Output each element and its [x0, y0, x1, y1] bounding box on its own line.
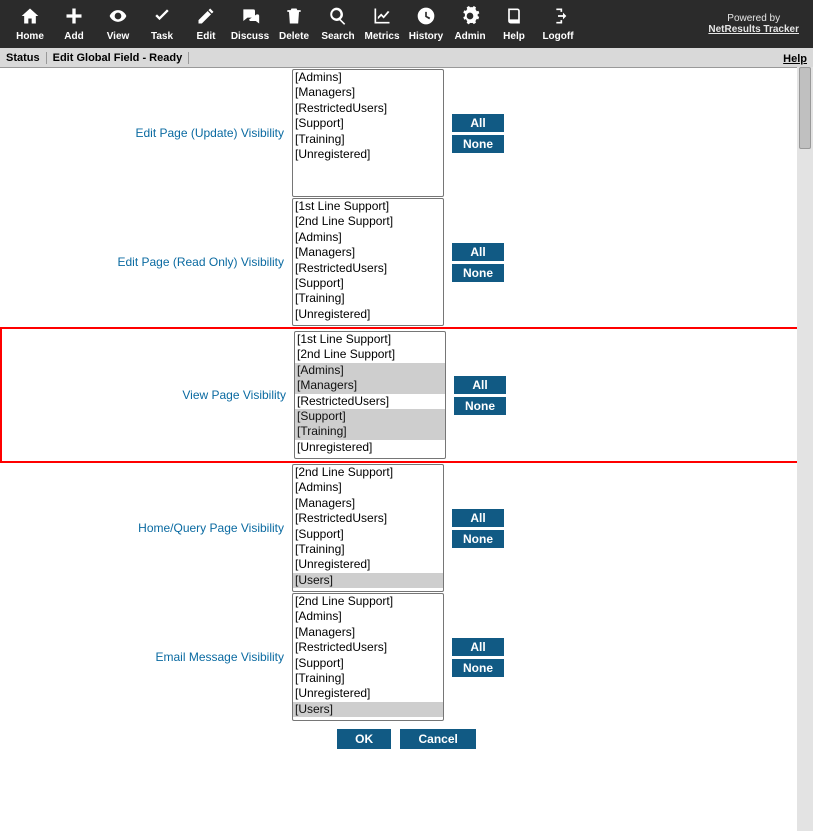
- logoff-icon: [548, 6, 568, 29]
- page-scrollbar[interactable]: [797, 67, 813, 831]
- check-icon: [152, 6, 172, 29]
- toolbar-home[interactable]: Home: [8, 6, 52, 42]
- none-button-email[interactable]: None: [452, 659, 504, 677]
- plus-icon: [64, 6, 84, 29]
- status-help-link[interactable]: Help: [783, 53, 807, 65]
- scrollbar-thumb[interactable]: [799, 67, 811, 149]
- all-button-edit_update[interactable]: All: [452, 114, 504, 132]
- label-home_query: Home/Query Page Visibility: [0, 521, 292, 535]
- btncol-view_page: All None: [454, 376, 506, 415]
- toolbar-history[interactable]: History: [404, 6, 448, 42]
- clock-icon: [416, 6, 436, 29]
- gear-icon: [460, 6, 480, 29]
- product-link[interactable]: NetResults Tracker: [708, 24, 799, 35]
- toolbar-label: View: [107, 31, 130, 42]
- row-home_query: Home/Query Page Visibility[2nd Line Supp…: [0, 464, 813, 592]
- toolbar-discuss[interactable]: Discuss: [228, 6, 272, 42]
- ok-button[interactable]: OK: [337, 729, 391, 749]
- btncol-edit_update: All None: [452, 114, 504, 153]
- chart-icon: [372, 6, 392, 29]
- none-button-edit_readonly[interactable]: None: [452, 264, 504, 282]
- branding: Powered by NetResults Tracker: [708, 13, 805, 35]
- toolbar-label: Help: [503, 31, 525, 42]
- all-button-home_query[interactable]: All: [452, 509, 504, 527]
- toolbar-delete[interactable]: Delete: [272, 6, 316, 42]
- cancel-button[interactable]: Cancel: [400, 729, 475, 749]
- toolbar-label: Home: [16, 31, 44, 42]
- toolbar-edit[interactable]: Edit: [184, 6, 228, 42]
- select-edit_readonly[interactable]: [1st Line Support][2nd Line Support][Adm…: [292, 198, 444, 326]
- label-email: Email Message Visibility: [0, 650, 292, 664]
- toolbar-label: Edit: [197, 31, 216, 42]
- status-label: Status: [0, 52, 47, 64]
- eye-icon: [108, 6, 128, 29]
- all-button-view_page[interactable]: All: [454, 376, 506, 394]
- pencil-icon: [196, 6, 216, 29]
- visibility-rows: Edit Page (Update) Visibility[Admins][Ma…: [0, 69, 813, 721]
- toolbar-label: Search: [321, 31, 354, 42]
- btncol-email: All None: [452, 638, 504, 677]
- toolbar-view[interactable]: View: [96, 6, 140, 42]
- select-home_query[interactable]: [2nd Line Support][Admins][Managers][Res…: [292, 464, 444, 592]
- all-button-edit_readonly[interactable]: All: [452, 243, 504, 261]
- status-text: Edit Global Field - Ready: [47, 52, 190, 64]
- toolbar-help[interactable]: Help: [492, 6, 536, 42]
- toolbar-label: Discuss: [231, 31, 269, 42]
- status-bar: Status Edit Global Field - Ready Help: [0, 48, 813, 68]
- toolbar-label: History: [409, 31, 443, 42]
- btncol-home_query: All None: [452, 509, 504, 548]
- toolbar-admin[interactable]: Admin: [448, 6, 492, 42]
- powered-by-text: Powered by: [727, 13, 780, 24]
- label-edit_update: Edit Page (Update) Visibility: [0, 126, 292, 140]
- toolbar-metrics[interactable]: Metrics: [360, 6, 404, 42]
- select-email[interactable]: [2nd Line Support][Admins][Managers][Res…: [292, 593, 444, 721]
- search-icon: [328, 6, 348, 29]
- label-edit_readonly: Edit Page (Read Only) Visibility: [0, 255, 292, 269]
- book-icon: [504, 6, 524, 29]
- select-view_page[interactable]: [1st Line Support][2nd Line Support][Adm…: [294, 331, 446, 459]
- footer-buttons: OK Cancel: [0, 729, 813, 749]
- label-view_page: View Page Visibility: [2, 388, 294, 402]
- row-view_page: View Page Visibility[1st Line Support][2…: [0, 327, 813, 463]
- btncol-edit_readonly: All None: [452, 243, 504, 282]
- row-edit_readonly: Edit Page (Read Only) Visibility[1st Lin…: [0, 198, 813, 326]
- main-toolbar: Home Add View Task Edit Discuss Delete Search Me…: [0, 0, 813, 48]
- comments-icon: [240, 6, 260, 29]
- row-email: Email Message Visibility[2nd Line Suppor…: [0, 593, 813, 721]
- toolbar-label: Metrics: [364, 31, 399, 42]
- toolbar-search[interactable]: Search: [316, 6, 360, 42]
- select-edit_update[interactable]: [Admins][Managers][RestrictedUsers][Supp…: [292, 69, 444, 197]
- toolbar-logoff[interactable]: Logoff: [536, 6, 580, 42]
- all-button-email[interactable]: All: [452, 638, 504, 656]
- none-button-edit_update[interactable]: None: [452, 135, 504, 153]
- toolbar-label: Logoff: [542, 31, 573, 42]
- toolbar-add[interactable]: Add: [52, 6, 96, 42]
- none-button-view_page[interactable]: None: [454, 397, 506, 415]
- none-button-home_query[interactable]: None: [452, 530, 504, 548]
- trash-icon: [284, 6, 304, 29]
- toolbar-label: Task: [151, 31, 173, 42]
- home-icon: [20, 6, 40, 29]
- toolbar-label: Add: [64, 31, 83, 42]
- toolbar-label: Admin: [454, 31, 485, 42]
- toolbar-label: Delete: [279, 31, 309, 42]
- toolbar-task[interactable]: Task: [140, 6, 184, 42]
- row-edit_update: Edit Page (Update) Visibility[Admins][Ma…: [0, 69, 813, 197]
